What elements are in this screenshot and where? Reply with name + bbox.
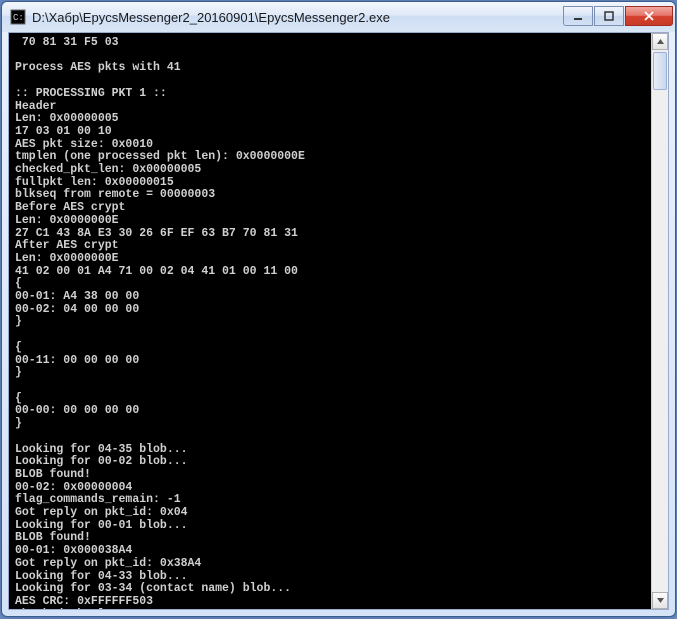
- svg-text:C:: C:: [13, 13, 24, 23]
- window-title: D:\Хабр\EpycsMessenger2_20160901\EpycsMe…: [32, 10, 563, 25]
- app-icon: C:: [10, 9, 26, 25]
- vertical-scrollbar[interactable]: [651, 33, 668, 609]
- application-window: C: D:\Хабр\EpycsMessenger2_20160901\Epyc…: [1, 1, 676, 617]
- client-area: 70 81 31 F5 03 Process AES pkts with 41 …: [8, 32, 669, 610]
- scroll-up-button[interactable]: [652, 33, 668, 50]
- minimize-button[interactable]: [563, 6, 593, 26]
- titlebar[interactable]: C: D:\Хабр\EpycsMessenger2_20160901\Epyc…: [2, 2, 675, 32]
- console-output: 70 81 31 F5 03 Process AES pkts with 41 …: [9, 33, 651, 609]
- close-button[interactable]: [625, 6, 673, 26]
- window-controls: [563, 6, 673, 26]
- scrollbar-thumb[interactable]: [653, 52, 667, 90]
- scrollbar-track[interactable]: [652, 50, 668, 592]
- scroll-down-button[interactable]: [652, 592, 668, 609]
- maximize-button[interactable]: [594, 6, 624, 26]
